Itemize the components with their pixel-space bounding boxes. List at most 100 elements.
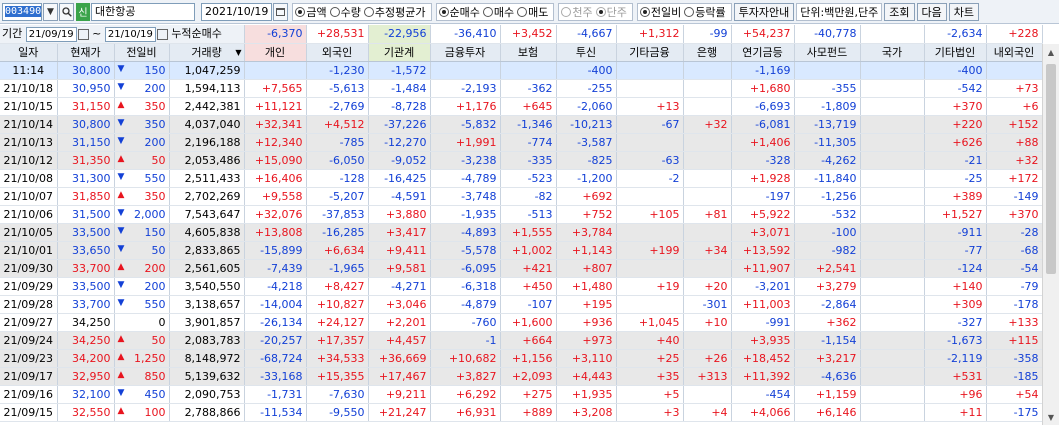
radio-amount-0[interactable]: 금액 [295,4,327,20]
column-header[interactable]: 전일비 [114,43,170,62]
date-input[interactable]: 2021/10/19 [201,2,273,21]
radio-compare-0[interactable]: 전일비 [639,4,681,20]
next-button[interactable]: 다음 [916,2,947,21]
investor-value-cell: +34,533 [306,349,369,368]
radio-unit-1[interactable]: 단주 [595,4,627,20]
radio-amount-2[interactable]: 추정평균가 [363,4,426,20]
investor-value-cell: +4,457 [368,331,431,350]
scroll-thumb[interactable] [1046,64,1056,274]
chevron-down-icon[interactable]: ▼ [235,48,241,57]
credit-badge: 신 [76,2,90,21]
arrow-down-icon: ▼ [117,117,125,128]
column-header[interactable]: 현재가 [57,43,115,62]
cumulative-cell: -40,778 [794,25,861,44]
column-header[interactable]: 국가 [860,43,925,62]
column-header[interactable]: 일자 [0,43,58,62]
investor-value-cell: +309 [924,295,987,314]
calendar-icon[interactable] [273,2,289,21]
column-header[interactable]: 보험 [500,43,557,62]
investor-value-cell [683,133,732,152]
column-header[interactable]: 개인 [244,43,307,62]
investor-value-cell: -4,591 [368,187,431,206]
calendar-icon[interactable] [156,28,168,40]
calendar-icon[interactable] [77,28,89,40]
radio-compare-1[interactable]: 등락률 [684,4,726,20]
change-value: 200 [144,261,166,275]
table-row[interactable]: 21/10/13 31,150 ▼ 200 2,196,188 +12,340 -785 -1… [0,133,1043,152]
table-row[interactable]: 21/09/24 34,250 ▲ 50 2,083,783 -20,257 +17,357… [0,331,1043,350]
period-summary-row: 기간 21/09/19 ~ 21/10/19 누적순매수 -6,370 +28,5… [0,25,1043,44]
radio-trade-2[interactable]: 매도 [517,4,548,20]
period-from-input[interactable]: 21/09/19 [25,27,77,42]
table-row[interactable]: 21/10/08 31,300 ▼ 550 2,511,433 +16,406 -128 -1… [0,169,1043,188]
radio-trade-1[interactable]: 매수 [482,4,514,20]
investor-value-cell: +752 [556,205,617,224]
period-to-input[interactable]: 21/10/19 [104,27,156,42]
table-row[interactable]: 21/09/15 32,550 ▲ 100 2,788,866 -11,534 -9,550… [0,403,1043,422]
table-row[interactable]: 21/09/30 33,700 ▲ 200 2,561,605 -7,439 -1,965 +… [0,259,1043,278]
change-cell: ▼ 550 [114,295,170,314]
table-row[interactable]: 21/10/18 30,950 ▼ 200 1,594,113 +7,565 -5,613-… [0,79,1043,98]
investor-value-cell: +1,045 [616,313,684,332]
change-value: 450 [144,387,166,401]
volume-cell: 4,037,040 [169,115,245,134]
table-row[interactable]: 21/09/27 34,250 0 3,901,857 -26,134 +24,127 +2… [0,313,1043,332]
radio-amount-1[interactable]: 수량 [329,4,361,20]
stock-code-input[interactable]: 003490 [2,2,42,21]
column-header[interactable]: 금융투자 [430,43,501,62]
change-cell: ▲ 200 [114,259,170,278]
table-row[interactable]: 21/10/07 31,850 ▲ 350 2,702,269 +9,558 -5,207-… [0,187,1043,206]
investor-value-cell: +1,156 [500,349,557,368]
column-header-label: 일자 [18,46,39,59]
table-row[interactable]: 21/09/29 33,500 ▼ 200 3,540,550 -4,218 +8,427-… [0,277,1043,296]
column-header[interactable]: 사모펀드 [794,43,861,62]
investor-value-cell: -67 [616,115,684,134]
date-cell: 21/10/08 [0,169,58,188]
investor-value-cell: +1,991 [430,133,501,152]
price-cell: 33,500 [57,277,115,296]
column-header[interactable]: 투신 [556,43,617,62]
table-row[interactable]: 21/09/16 32,100 ▼ 450 2,090,753 -1,731 -7,630 +… [0,385,1043,404]
query-button[interactable]: 조회 [884,2,915,21]
table-row[interactable]: 21/10/14 30,800 ▼ 350 4,037,040 +32,341 +4,512… [0,115,1043,134]
table-row[interactable]: 21/09/17 32,950 ▲ 850 5,139,632 -33,168 +15,35… [0,367,1043,386]
investor-value-cell: +692 [556,187,617,206]
column-header[interactable]: 외국인 [306,43,369,62]
radio-trade-0[interactable]: 순매수 [438,4,480,20]
table-row[interactable]: 21/09/28 33,700 ▼ 550 3,138,657 -14,004 +10,82… [0,295,1043,314]
search-icon[interactable] [59,2,74,21]
code-dropdown-button[interactable]: ▼ [43,2,58,21]
table-row[interactable]: 21/10/05 33,500 ▼ 150 4,605,838 +13,808 -16,28… [0,223,1043,242]
radio-unit-0[interactable]: 천주 [561,4,593,20]
table-row[interactable]: 21/10/01 33,650 ▼ 50 2,833,865 -15,899 +6,634 +… [0,241,1043,260]
scroll-up-icon[interactable]: ▲ [1043,44,1059,60]
column-header[interactable]: 은행 [683,43,732,62]
table-row[interactable]: 21/10/12 31,350 ▲ 50 2,053,486 +15,090 -6,050-… [0,151,1043,170]
column-header[interactable]: 기타금융 [616,43,684,62]
column-header[interactable]: 기타법인 [924,43,987,62]
investor-guide-button[interactable]: 투자자안내 [733,2,795,21]
period-label: 기간 [2,27,23,41]
investor-value-cell: -301 [683,295,732,314]
column-header[interactable]: 내외국인 [986,43,1043,62]
date-cell: 21/09/24 [0,331,58,350]
stock-name-field[interactable]: 대한항공 [91,2,195,21]
table-row[interactable]: 21/10/06 31,500 ▼ 2,000 7,543,647 +32,076 -37,… [0,205,1043,224]
change-value: 50 [151,153,166,167]
investor-value-cell: -774 [500,133,557,152]
scroll-down-icon[interactable]: ▼ [1043,409,1059,425]
column-header[interactable]: 연기금등 [731,43,795,62]
table-row[interactable]: 11:14 30,800 ▼ 150 1,047,259 -1,230 -1,572 -400… [0,61,1043,80]
table-row[interactable]: 21/09/23 34,200 ▲ 1,250 8,148,972 -68,724 +34,… [0,349,1043,368]
table-row[interactable]: 21/10/15 31,150 ▲ 350 2,442,381 +11,121 -2,769… [0,97,1043,116]
column-header[interactable]: 기관계 [368,43,431,62]
investor-value-cell: +370 [924,97,987,116]
price-cell: 31,850 [57,187,115,206]
vertical-scrollbar[interactable]: ▲ ▼ [1042,44,1059,425]
chart-button[interactable]: 차트 [948,2,980,21]
investor-value-cell: +807 [556,259,617,278]
investor-value-cell [683,187,732,206]
column-header[interactable]: 거래량 ▼ [169,43,245,62]
investor-value-cell [860,385,925,404]
investor-value-cell: +3,417 [368,223,431,242]
